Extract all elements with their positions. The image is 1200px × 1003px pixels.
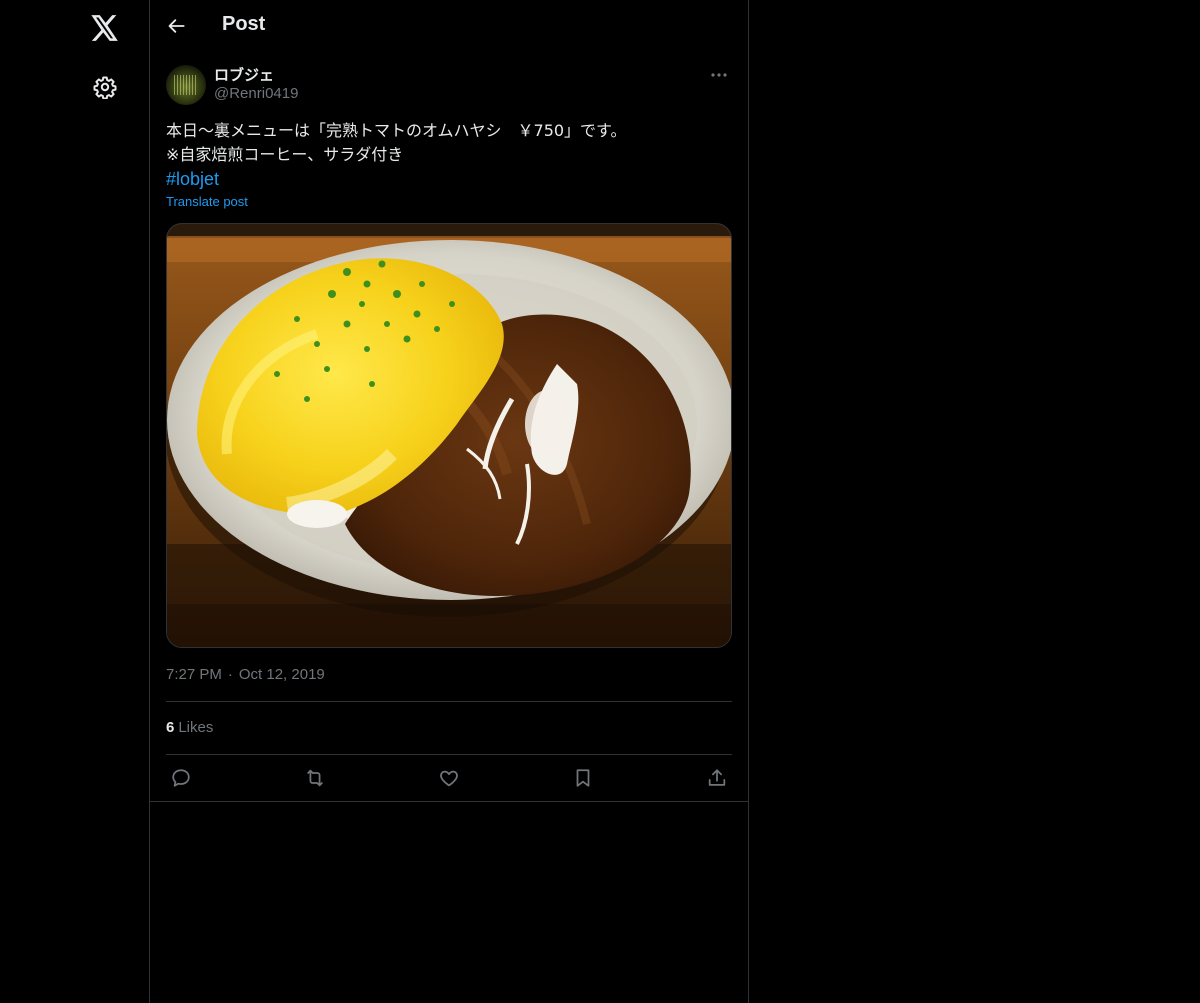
author-handle[interactable]: @Renri0419 <box>214 85 298 102</box>
timestamp-separator: · <box>227 666 233 683</box>
likes-stat[interactable]: 6 Likes <box>166 719 213 736</box>
x-logo-icon <box>91 15 118 41</box>
post-timestamp[interactable]: 7:27 PM · Oct 12, 2019 <box>166 666 325 683</box>
translate-post-link[interactable]: Translate post <box>166 194 248 209</box>
hashtag-link[interactable]: #lobjet <box>166 167 219 191</box>
left-nav <box>0 0 149 1003</box>
post-column: Post ロブジェ @Renri0419 本日〜裏メニューは「完熟トマトのオムハ… <box>149 0 749 1003</box>
divider <box>166 754 732 755</box>
repost-button[interactable] <box>297 760 333 796</box>
like-button[interactable] <box>431 760 467 796</box>
post-header: Post <box>150 0 748 53</box>
post-date: Oct 12, 2019 <box>238 666 325 683</box>
share-button[interactable] <box>699 760 735 796</box>
back-arrow-icon <box>168 19 185 33</box>
post-text-line: ※自家焙煎コーヒー、サラダ付き <box>166 145 404 164</box>
post-image[interactable] <box>166 223 732 648</box>
reply-icon <box>172 769 190 787</box>
avatar[interactable] <box>166 65 206 105</box>
bookmark-icon <box>576 769 590 787</box>
author-row: ロブジェ @Renri0419 <box>166 64 732 108</box>
bookmark-button[interactable] <box>565 760 601 796</box>
divider <box>166 701 732 702</box>
app: Post ロブジェ @Renri0419 本日〜裏メニューは「完熟トマトのオムハ… <box>0 0 1200 1003</box>
back-button[interactable] <box>160 9 194 43</box>
more-button[interactable] <box>706 64 732 86</box>
divider <box>150 801 748 802</box>
post-time: 7:27 PM <box>166 666 222 683</box>
action-bar <box>166 760 732 796</box>
page-title: Post <box>222 13 266 35</box>
x-logo-link[interactable] <box>80 3 130 53</box>
likes-label: Likes <box>178 719 214 736</box>
settings-button[interactable] <box>80 62 130 112</box>
author-display-name[interactable]: ロブジェ <box>214 64 274 85</box>
share-icon <box>708 769 726 786</box>
repost-icon <box>307 769 323 787</box>
post-text: 本日〜裏メニューは「完熟トマトのオムハヤシ ￥750」です。 ※自家焙煎コーヒー… <box>166 119 732 167</box>
food-photo <box>167 224 731 647</box>
more-icon <box>711 73 727 77</box>
like-icon <box>440 770 458 787</box>
reply-button[interactable] <box>163 760 199 796</box>
post-text-line: 本日〜裏メニューは「完熟トマトのオムハヤシ ￥750」です。 <box>166 121 627 140</box>
likes-count: 6 <box>166 719 175 736</box>
gear-icon <box>93 76 117 99</box>
